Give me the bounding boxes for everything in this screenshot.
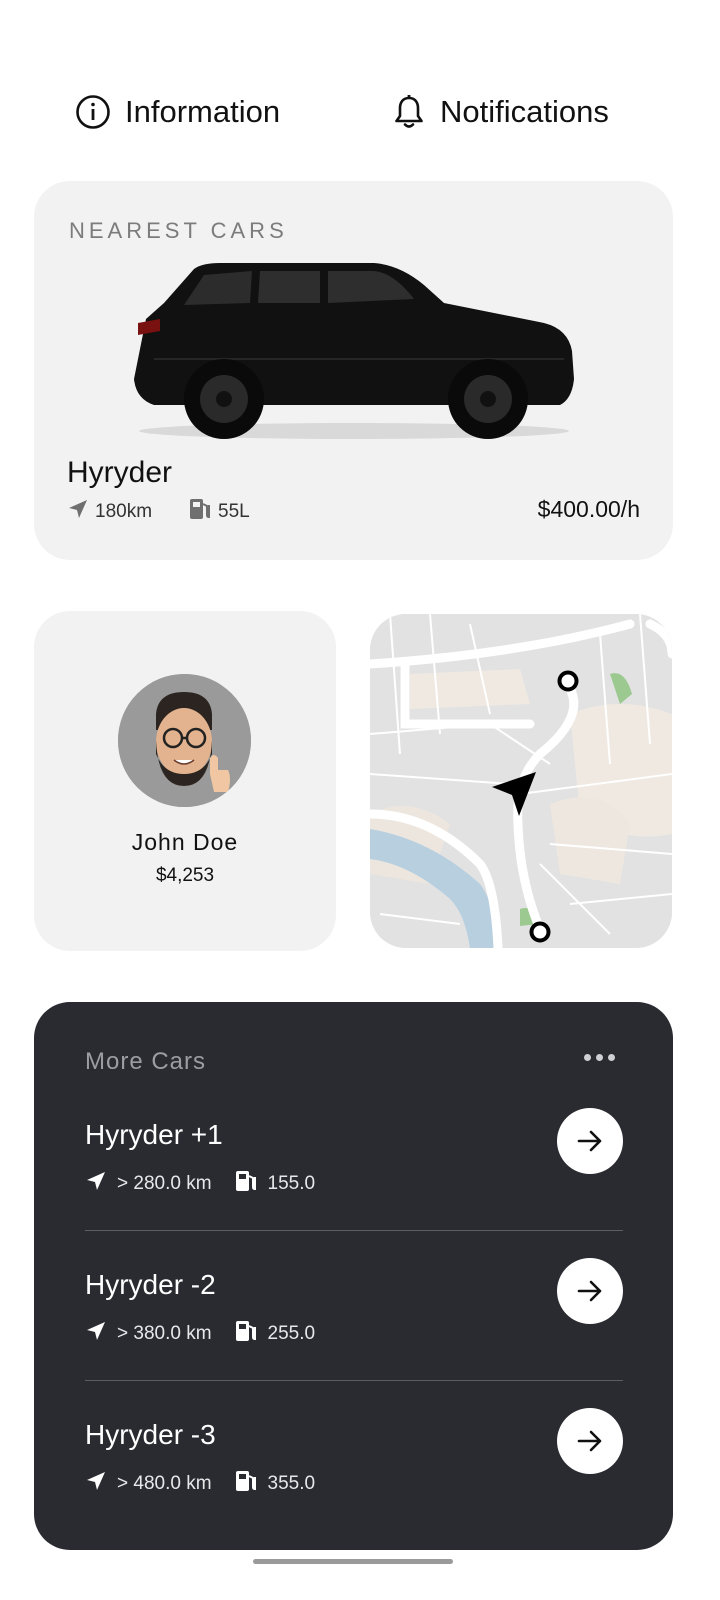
fuel-pump-icon — [234, 1319, 258, 1349]
list-item-specs: > 380.0 km 255.0 — [85, 1319, 337, 1349]
fuel-value: 55L — [218, 501, 250, 522]
notifications-label: Notifications — [440, 94, 609, 129]
fuel-pump-icon — [234, 1469, 258, 1499]
list-item-specs: > 280.0 km 155.0 — [85, 1169, 337, 1199]
information-button[interactable]: Information — [75, 94, 280, 130]
list-item[interactable]: Hyryder -3 > 480.0 km 355.0 — [85, 1408, 623, 1569]
bell-icon — [392, 94, 426, 130]
fuel-spec: 155.0 — [234, 1169, 316, 1199]
arrow-right-icon — [577, 1280, 602, 1302]
car-name: Hyryder — [67, 456, 173, 489]
car-price: $400.00/h — [537, 496, 640, 522]
arrow-right-button[interactable] — [557, 1408, 623, 1474]
list-item[interactable]: Hyryder +1 > 280.0 km 155.0 — [85, 1108, 623, 1269]
navigation-arrow-icon — [67, 498, 89, 526]
fuel-spec: 355.0 — [234, 1469, 316, 1499]
fuel-value: 255.0 — [267, 1323, 316, 1344]
distance-spec: > 480.0 km — [85, 1470, 212, 1498]
list-item[interactable]: Hyryder -2 > 380.0 km 255.0 — [85, 1258, 623, 1419]
arrow-right-icon — [577, 1430, 602, 1452]
distance-spec: > 280.0 km — [85, 1170, 212, 1198]
fuel-spec: 255.0 — [234, 1319, 316, 1349]
fuel-pump-icon — [234, 1169, 258, 1199]
waypoint-end-icon — [529, 921, 551, 943]
arrow-right-button[interactable] — [557, 1258, 623, 1324]
distance-value: 180km — [95, 501, 153, 522]
fuel-pump-icon — [188, 497, 212, 527]
more-cars-title: More Cars — [85, 1048, 207, 1075]
list-item-name: Hyryder -3 — [85, 1419, 216, 1450]
navigation-arrow-icon — [85, 1320, 107, 1348]
more-horizontal-icon[interactable] — [584, 1054, 615, 1061]
car-image — [134, 263, 574, 439]
waypoint-start-icon — [557, 670, 579, 692]
nearest-car-card[interactable]: NEAREST CARS Hyryder 180km 55L $400.00/h — [34, 181, 673, 560]
profile-name: John Doe — [131, 829, 239, 855]
information-label: Information — [125, 94, 281, 129]
arrow-right-icon — [577, 1130, 602, 1152]
distance-value: > 480.0 km — [117, 1473, 212, 1494]
distance-value: > 380.0 km — [117, 1323, 212, 1344]
divider — [85, 1230, 623, 1231]
fuel-value: 355.0 — [267, 1473, 316, 1494]
navigation-arrow-icon — [85, 1470, 107, 1498]
top-actions: Information Notifications — [0, 94, 720, 144]
home-indicator[interactable] — [253, 1559, 453, 1564]
map-view[interactable] — [370, 614, 672, 948]
profile-balance: $4,253 — [155, 865, 215, 886]
notifications-button[interactable]: Notifications — [392, 94, 609, 130]
arrow-right-button[interactable] — [557, 1108, 623, 1174]
list-item-name: Hyryder +1 — [85, 1119, 223, 1150]
avatar — [118, 674, 251, 807]
fuel-value: 155.0 — [267, 1173, 316, 1194]
more-cars-panel: More Cars Hyryder +1 > 280.0 km 155.0 Hy… — [34, 1002, 673, 1550]
distance-spec: > 380.0 km — [85, 1320, 212, 1348]
distance-spec: 180km — [67, 498, 152, 526]
divider — [85, 1380, 623, 1381]
list-item-specs: > 480.0 km 355.0 — [85, 1469, 337, 1499]
distance-value: > 280.0 km — [117, 1173, 212, 1194]
fuel-spec: 55L — [188, 497, 250, 527]
profile-card[interactable]: John Doe $4,253 — [34, 611, 336, 951]
map-card[interactable] — [370, 614, 672, 948]
car-specs: 180km 55L — [67, 497, 286, 527]
list-item-name: Hyryder -2 — [85, 1269, 216, 1300]
navigation-arrow-icon — [85, 1170, 107, 1198]
section-label-nearest-cars: NEAREST CARS — [69, 218, 288, 243]
info-circle-icon — [75, 94, 111, 130]
